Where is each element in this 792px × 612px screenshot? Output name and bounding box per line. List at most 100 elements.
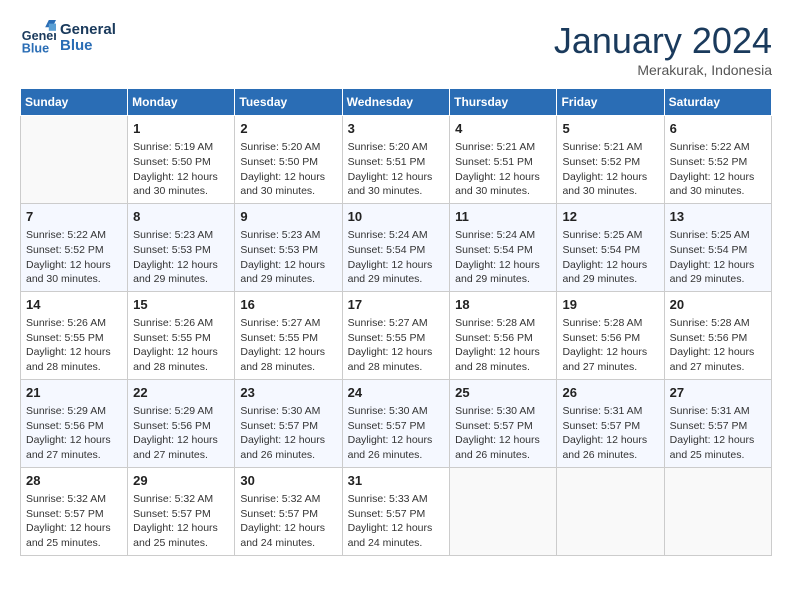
day-info: Sunrise: 5:28 AM Sunset: 5:56 PM Dayligh… bbox=[562, 317, 647, 373]
header-cell-monday: Monday bbox=[128, 89, 235, 116]
day-info: Sunrise: 5:22 AM Sunset: 5:52 PM Dayligh… bbox=[670, 141, 755, 197]
day-info: Sunrise: 5:22 AM Sunset: 5:52 PM Dayligh… bbox=[26, 229, 111, 285]
day-info: Sunrise: 5:23 AM Sunset: 5:53 PM Dayligh… bbox=[240, 229, 325, 285]
calendar-cell: 15 Sunrise: 5:26 AM Sunset: 5:55 PM Dayli… bbox=[128, 291, 235, 379]
calendar-cell: 29Sunrise: 5:32 AM Sunset: 5:57 PM Dayli… bbox=[128, 467, 235, 555]
day-info: Sunrise: 5:24 AM Sunset: 5:54 PM Dayligh… bbox=[455, 229, 540, 285]
calendar-cell: 11 Sunrise: 5:24 AM Sunset: 5:54 PM Dayli… bbox=[450, 203, 557, 291]
header-cell-saturday: Saturday bbox=[664, 89, 771, 116]
day-number: 18 bbox=[455, 296, 551, 314]
day-info: Sunrise: 5:30 AM Sunset: 5:57 PM Dayligh… bbox=[455, 405, 540, 461]
calendar-week-1: 1Sunrise: 5:19 AM Sunset: 5:50 PM Daylig… bbox=[21, 116, 772, 204]
calendar-cell bbox=[664, 467, 771, 555]
calendar-cell: 13Sunrise: 5:25 AM Sunset: 5:54 PM Dayli… bbox=[664, 203, 771, 291]
day-number: 2 bbox=[240, 120, 336, 138]
calendar-cell: 14Sunrise: 5:26 AM Sunset: 5:55 PM Dayli… bbox=[21, 291, 128, 379]
day-number: 26 bbox=[562, 384, 658, 402]
day-number: 10 bbox=[348, 208, 445, 226]
day-info: Sunrise: 5:29 AM Sunset: 5:56 PM Dayligh… bbox=[26, 405, 111, 461]
day-number: 6 bbox=[670, 120, 766, 138]
logo-icon: General Blue bbox=[20, 20, 56, 56]
day-number: 19 bbox=[562, 296, 658, 314]
calendar-cell bbox=[450, 467, 557, 555]
calendar-week-2: 7 Sunrise: 5:22 AM Sunset: 5:52 PM Daylig… bbox=[21, 203, 772, 291]
calendar-header: SundayMondayTuesdayWednesdayThursdayFrid… bbox=[21, 89, 772, 116]
calendar-cell: 16Sunrise: 5:27 AM Sunset: 5:55 PM Dayli… bbox=[235, 291, 342, 379]
header-cell-thursday: Thursday bbox=[450, 89, 557, 116]
day-info: Sunrise: 5:20 AM Sunset: 5:50 PM Dayligh… bbox=[240, 141, 325, 197]
location-subtitle: Merakurak, Indonesia bbox=[554, 62, 772, 78]
calendar-cell: 22 Sunrise: 5:29 AM Sunset: 5:56 PM Dayli… bbox=[128, 379, 235, 467]
day-info: Sunrise: 5:31 AM Sunset: 5:57 PM Dayligh… bbox=[670, 405, 755, 461]
calendar-cell: 25Sunrise: 5:30 AM Sunset: 5:57 PM Dayli… bbox=[450, 379, 557, 467]
calendar-cell: 4Sunrise: 5:21 AM Sunset: 5:51 PM Daylig… bbox=[450, 116, 557, 204]
day-number: 27 bbox=[670, 384, 766, 402]
calendar-cell bbox=[557, 467, 664, 555]
calendar-cell: 31 Sunrise: 5:33 AM Sunset: 5:57 PM Dayli… bbox=[342, 467, 450, 555]
calendar-week-3: 14 Sunrise: 5:26 AM Sunset: 5:55 PM Dayli… bbox=[21, 291, 772, 379]
day-number: 30 bbox=[240, 472, 336, 490]
day-info: Sunrise: 5:26 AM Sunset: 5:55 PM Dayligh… bbox=[133, 317, 218, 373]
logo: General Blue General Blue bbox=[20, 20, 116, 56]
day-number: 15 bbox=[133, 296, 229, 314]
calendar-cell: 10 Sunrise: 5:24 AM Sunset: 5:54 PM Dayli… bbox=[342, 203, 450, 291]
day-info: Sunrise: 5:33 AM Sunset: 5:57 PM Dayligh… bbox=[348, 493, 433, 549]
day-number: 22 bbox=[133, 384, 229, 402]
day-info: Sunrise: 5:20 AM Sunset: 5:51 PM Dayligh… bbox=[348, 141, 433, 197]
calendar-cell: 30 Sunrise: 5:32 AM Sunset: 5:57 PM Dayli… bbox=[235, 467, 342, 555]
day-info: Sunrise: 5:28 AM Sunset: 5:56 PM Dayligh… bbox=[670, 317, 755, 373]
day-number: 3 bbox=[348, 120, 445, 138]
month-title: January 2024 bbox=[554, 20, 772, 62]
calendar-cell: 27 Sunrise: 5:31 AM Sunset: 5:57 PM Dayli… bbox=[664, 379, 771, 467]
day-number: 17 bbox=[348, 296, 445, 314]
calendar-body: 1Sunrise: 5:19 AM Sunset: 5:50 PM Daylig… bbox=[21, 116, 772, 556]
calendar-week-4: 21 Sunrise: 5:29 AM Sunset: 5:56 PM Dayli… bbox=[21, 379, 772, 467]
day-info: Sunrise: 5:23 AM Sunset: 5:53 PM Dayligh… bbox=[133, 229, 218, 285]
day-number: 11 bbox=[455, 208, 551, 226]
header-cell-sunday: Sunday bbox=[21, 89, 128, 116]
day-number: 23 bbox=[240, 384, 336, 402]
day-info: Sunrise: 5:28 AM Sunset: 5:56 PM Dayligh… bbox=[455, 317, 540, 373]
day-info: Sunrise: 5:32 AM Sunset: 5:57 PM Dayligh… bbox=[240, 493, 325, 549]
logo-line1: General bbox=[60, 22, 116, 39]
day-info: Sunrise: 5:30 AM Sunset: 5:57 PM Dayligh… bbox=[240, 405, 325, 461]
calendar-week-5: 28 Sunrise: 5:32 AM Sunset: 5:57 PM Dayli… bbox=[21, 467, 772, 555]
calendar-cell: 5Sunrise: 5:21 AM Sunset: 5:52 PM Daylig… bbox=[557, 116, 664, 204]
day-info: Sunrise: 5:21 AM Sunset: 5:51 PM Dayligh… bbox=[455, 141, 540, 197]
calendar-cell: 12Sunrise: 5:25 AM Sunset: 5:54 PM Dayli… bbox=[557, 203, 664, 291]
calendar-cell: 28 Sunrise: 5:32 AM Sunset: 5:57 PM Dayli… bbox=[21, 467, 128, 555]
calendar-cell: 6 Sunrise: 5:22 AM Sunset: 5:52 PM Daylig… bbox=[664, 116, 771, 204]
day-number: 12 bbox=[562, 208, 658, 226]
day-number: 24 bbox=[348, 384, 445, 402]
day-number: 29 bbox=[133, 472, 229, 490]
day-number: 9 bbox=[240, 208, 336, 226]
header-row: SundayMondayTuesdayWednesdayThursdayFrid… bbox=[21, 89, 772, 116]
calendar-cell: 21 Sunrise: 5:29 AM Sunset: 5:56 PM Dayli… bbox=[21, 379, 128, 467]
calendar-cell: 23 Sunrise: 5:30 AM Sunset: 5:57 PM Dayli… bbox=[235, 379, 342, 467]
day-info: Sunrise: 5:30 AM Sunset: 5:57 PM Dayligh… bbox=[348, 405, 433, 461]
day-number: 8 bbox=[133, 208, 229, 226]
calendar-cell: 8 Sunrise: 5:23 AM Sunset: 5:53 PM Daylig… bbox=[128, 203, 235, 291]
day-info: Sunrise: 5:31 AM Sunset: 5:57 PM Dayligh… bbox=[562, 405, 647, 461]
calendar-cell: 1Sunrise: 5:19 AM Sunset: 5:50 PM Daylig… bbox=[128, 116, 235, 204]
day-info: Sunrise: 5:32 AM Sunset: 5:57 PM Dayligh… bbox=[26, 493, 111, 549]
day-number: 28 bbox=[26, 472, 122, 490]
day-number: 31 bbox=[348, 472, 445, 490]
day-info: Sunrise: 5:21 AM Sunset: 5:52 PM Dayligh… bbox=[562, 141, 647, 197]
calendar-cell: 19 Sunrise: 5:28 AM Sunset: 5:56 PM Dayli… bbox=[557, 291, 664, 379]
day-info: Sunrise: 5:19 AM Sunset: 5:50 PM Dayligh… bbox=[133, 141, 218, 197]
day-info: Sunrise: 5:24 AM Sunset: 5:54 PM Dayligh… bbox=[348, 229, 433, 285]
day-number: 7 bbox=[26, 208, 122, 226]
calendar-cell: 17Sunrise: 5:27 AM Sunset: 5:55 PM Dayli… bbox=[342, 291, 450, 379]
calendar-cell bbox=[21, 116, 128, 204]
calendar-cell: 20Sunrise: 5:28 AM Sunset: 5:56 PM Dayli… bbox=[664, 291, 771, 379]
calendar-cell: 3 Sunrise: 5:20 AM Sunset: 5:51 PM Daylig… bbox=[342, 116, 450, 204]
calendar-cell: 2 Sunrise: 5:20 AM Sunset: 5:50 PM Daylig… bbox=[235, 116, 342, 204]
calendar-cell: 26 Sunrise: 5:31 AM Sunset: 5:57 PM Dayli… bbox=[557, 379, 664, 467]
day-info: Sunrise: 5:29 AM Sunset: 5:56 PM Dayligh… bbox=[133, 405, 218, 461]
svg-text:Blue: Blue bbox=[22, 41, 49, 55]
day-info: Sunrise: 5:25 AM Sunset: 5:54 PM Dayligh… bbox=[670, 229, 755, 285]
logo-line2: Blue bbox=[60, 38, 116, 55]
day-number: 21 bbox=[26, 384, 122, 402]
day-number: 14 bbox=[26, 296, 122, 314]
